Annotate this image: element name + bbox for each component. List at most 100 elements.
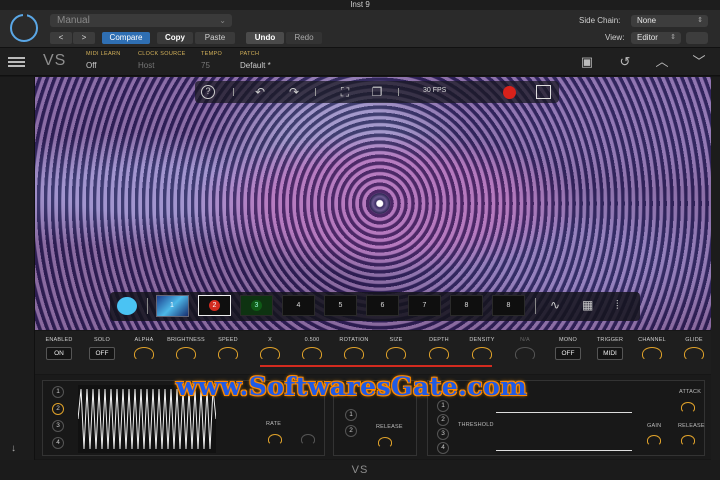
stop-button[interactable] — [536, 85, 551, 99]
depth-knob[interactable] — [429, 347, 449, 361]
arrow-down-icon[interactable]: ↓ — [11, 443, 16, 454]
link-icon[interactable] — [686, 32, 708, 44]
alpha-label: ALPHA — [134, 337, 154, 343]
layer-slot-6[interactable]: 6 — [366, 295, 399, 316]
undo-icon[interactable]: ↶ — [253, 85, 267, 99]
tempo-field[interactable]: TEMPO 75 — [201, 51, 222, 70]
preset-select[interactable]: Manual ⌄ — [50, 14, 232, 27]
layer-thumbnail[interactable]: 1 — [156, 295, 189, 317]
speed-knob[interactable] — [218, 347, 238, 361]
release-label: RELEASE — [376, 424, 403, 430]
footer-logo: VS — [0, 460, 720, 480]
waveform-icon[interactable]: ∿ — [550, 298, 560, 312]
audio-meter-icon[interactable]: ⦙ — [616, 298, 619, 313]
save-icon[interactable]: ▣ — [580, 55, 594, 69]
channel-control: CHANNEL — [630, 337, 674, 361]
chevron-down-icon[interactable]: ﹀ — [692, 55, 706, 69]
rate-knob[interactable] — [268, 434, 282, 445]
clock-source-field[interactable]: CLOCK SOURCE Host — [138, 51, 186, 70]
attack-label: ATTACK — [679, 389, 702, 395]
lfo-knob[interactable] — [301, 434, 315, 445]
env-1-button[interactable]: 1 — [345, 409, 357, 421]
alpha-knob[interactable] — [134, 347, 154, 361]
enabled-toggle[interactable]: ON — [46, 347, 72, 360]
seq-3-button[interactable]: 3 — [437, 428, 449, 440]
color-swatch[interactable] — [117, 297, 137, 315]
y-knob[interactable] — [302, 347, 322, 361]
prev-preset-button[interactable]: < — [50, 32, 72, 44]
selection-underline — [260, 365, 492, 367]
undo-button[interactable]: Undo — [246, 32, 284, 44]
paste-button[interactable]: Paste — [195, 32, 235, 44]
seq-2-button[interactable]: 2 — [437, 414, 449, 426]
view-value: Editor — [637, 33, 658, 42]
layer-slot-2[interactable]: 2 — [198, 295, 231, 316]
popout-icon[interactable]: ❐ — [370, 85, 384, 99]
layer-slot-5[interactable]: 5 — [324, 295, 357, 316]
layer-slot-bar: 1 2 3 4 5 6 7 8 8 ∿ ▦ ⦙ — [110, 292, 640, 321]
attack-knob[interactable] — [681, 402, 695, 413]
brightness-knob[interactable] — [176, 347, 196, 361]
release-knob[interactable] — [378, 437, 392, 448]
fullscreen-icon[interactable]: ⛶ — [338, 85, 352, 99]
size-label: SIZE — [389, 337, 403, 343]
redo-button[interactable]: Redo — [286, 32, 322, 44]
layer-slot-7[interactable]: 7 — [408, 295, 441, 316]
redo-icon[interactable]: ↷ — [287, 85, 301, 99]
side-chain-label: Side Chain: — [579, 16, 621, 25]
help-icon[interactable]: ? — [201, 85, 215, 99]
release-2-knob[interactable] — [681, 435, 695, 446]
layer-slot-3[interactable]: 3 — [240, 295, 273, 316]
glide-knob[interactable] — [684, 347, 704, 361]
grid-icon[interactable]: ▦ — [582, 298, 593, 312]
next-preset-button[interactable]: > — [73, 32, 95, 44]
side-chain-select[interactable]: None ⇕ — [631, 15, 708, 27]
visualizer-canvas[interactable]: ? ↶ ↷ ⛶ ❐ 30 FPS 1 2 3 4 5 6 7 8 8 ∿ ▦ ⦙ — [35, 77, 711, 330]
rotation-knob[interactable] — [344, 347, 364, 361]
gain-knob[interactable] — [647, 435, 661, 446]
density-label: DENSITY — [469, 337, 495, 343]
lfo-2-button[interactable]: 2 — [52, 403, 64, 415]
rate-label: RATE — [266, 421, 282, 427]
compare-button[interactable]: Compare — [102, 32, 150, 44]
rotation-control: ROTATION — [332, 337, 376, 361]
window-title: Inst 9 — [350, 0, 370, 9]
brightness-control: BRIGHTNESS — [164, 337, 208, 361]
layer-slot-8b[interactable]: 8 — [492, 295, 525, 316]
layer-slot-4[interactable]: 4 — [282, 295, 315, 316]
record-button[interactable] — [503, 86, 516, 99]
trigger-select[interactable]: MIDI — [597, 347, 623, 360]
depth-control: DEPTH — [417, 337, 461, 361]
chevron-up-icon[interactable]: ︿ — [655, 55, 669, 69]
release-2-label: RELEASE — [678, 423, 705, 429]
env-2-button[interactable]: 2 — [345, 425, 357, 437]
x-knob[interactable] — [260, 347, 280, 361]
power-icon[interactable] — [10, 13, 38, 42]
solo-toggle[interactable]: OFF — [89, 347, 115, 360]
channel-knob[interactable] — [642, 347, 662, 361]
copy-button[interactable]: Copy — [157, 32, 193, 44]
midi-learn-field[interactable]: MIDI LEARN Off — [86, 51, 120, 70]
view-select[interactable]: Editor ⇕ — [631, 32, 681, 44]
enabled-control: ENABLED ON — [37, 337, 81, 360]
seq-1-button[interactable]: 1 — [437, 400, 449, 412]
revert-icon[interactable]: ↺ — [618, 55, 632, 69]
lfo-1-button[interactable]: 1 — [52, 386, 64, 398]
x-control: X — [248, 337, 292, 361]
layer-slot-8a[interactable]: 8 — [450, 295, 483, 316]
density-knob[interactable] — [472, 347, 492, 361]
size-knob[interactable] — [386, 347, 406, 361]
envelope-baseline — [496, 450, 632, 451]
fps-readout: 30 FPS — [423, 87, 447, 94]
menu-icon[interactable] — [8, 57, 25, 67]
lfo-4-button[interactable]: 4 — [52, 437, 64, 449]
clock-source-value: Host — [138, 61, 155, 70]
lfo-3-button[interactable]: 3 — [52, 420, 64, 432]
window-titlebar: Inst 9 — [0, 0, 720, 10]
seq-4-button[interactable]: 4 — [437, 442, 449, 454]
trigger-label: TRIGGER — [596, 337, 624, 343]
mono-toggle[interactable]: OFF — [555, 347, 581, 360]
patch-field[interactable]: PATCH Default * — [240, 51, 271, 70]
mono-label: MONO — [559, 337, 577, 343]
slot-label: 3 — [251, 300, 262, 311]
